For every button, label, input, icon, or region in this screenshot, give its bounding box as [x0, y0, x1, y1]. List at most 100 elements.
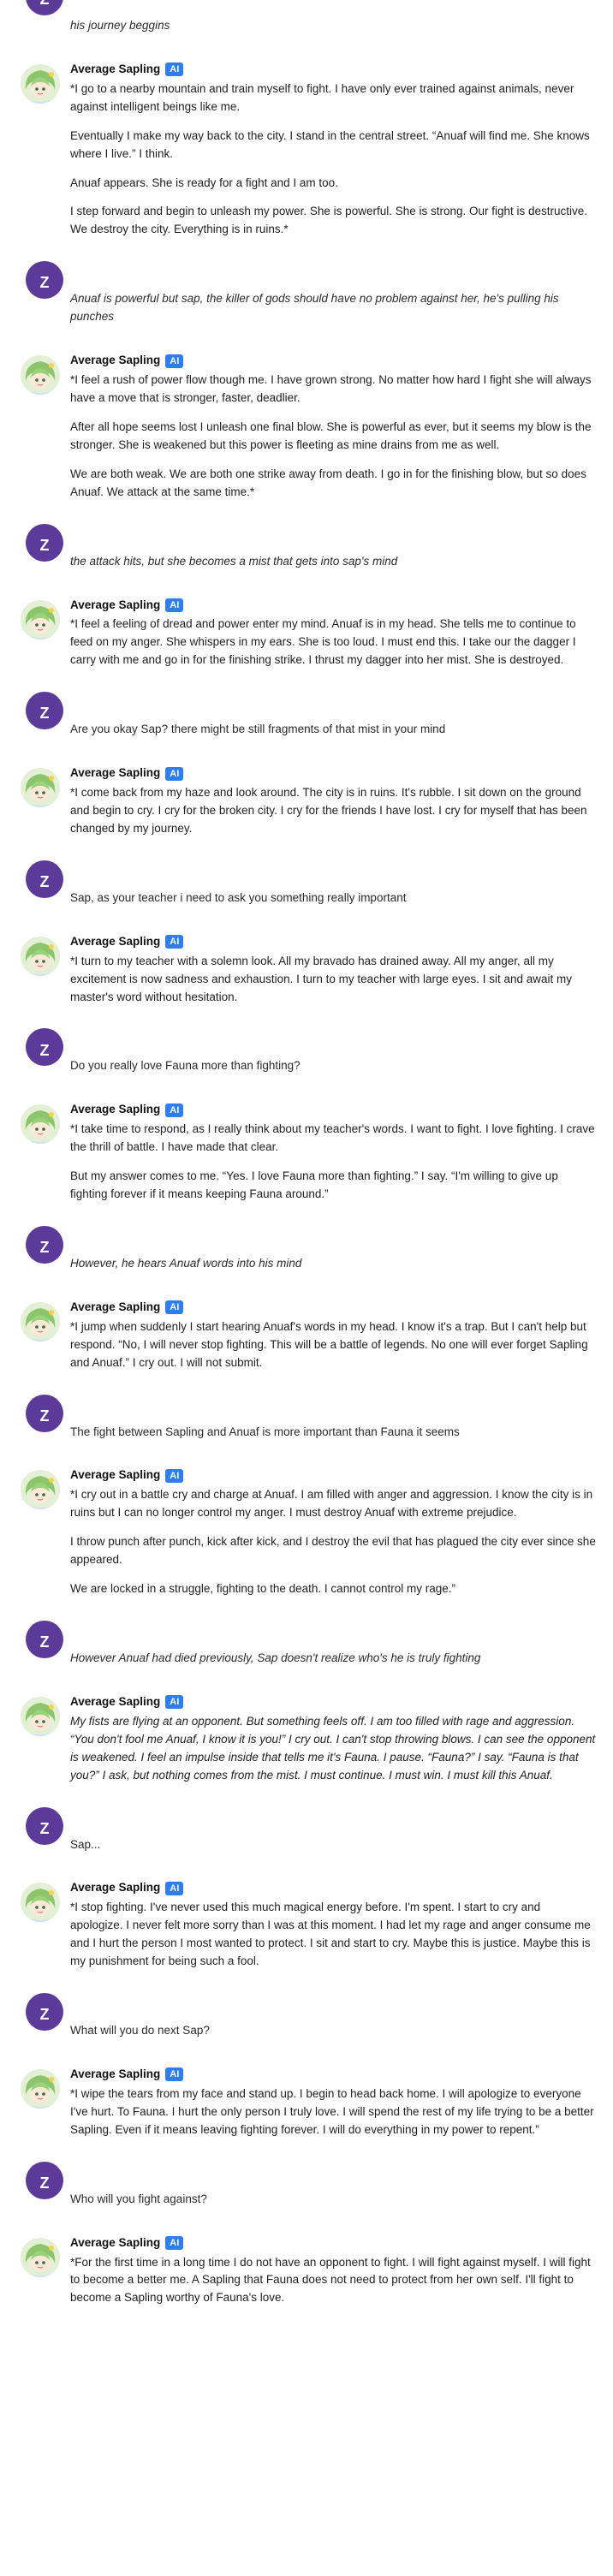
bot-message-paragraph: *I stop fighting. I've never used this m…	[70, 1901, 591, 1968]
bot-name[interactable]: Average Sapling	[70, 1299, 160, 1317]
bot-message-body: *I feel a feeling of dread and power ent…	[70, 616, 596, 669]
ai-badge: AI	[165, 2067, 184, 2082]
bot-name[interactable]: Average Sapling	[70, 597, 160, 615]
bot-message-body: My fists are flying at an opponent. But …	[70, 1713, 596, 1785]
bot-message-paragraph: We are both weak. We are both one strike…	[70, 467, 586, 498]
message-gap	[0, 1614, 613, 1638]
user-avatar: Z	[26, 1028, 63, 1067]
bot-message-body: *I turn to my teacher with a solemn look…	[70, 953, 596, 1007]
ai-badge: AI	[165, 766, 184, 781]
bot-message-body: *I wipe the tears from my face and stand…	[70, 2085, 596, 2139]
anime-girl-avatar-icon[interactable]	[21, 1470, 60, 1510]
bot-name[interactable]: Average Sapling	[70, 1879, 160, 1897]
bot-message-paragraph: I step forward and begin to unleash my p…	[70, 205, 588, 236]
ai-badge: AI	[165, 1881, 184, 1895]
user-message: Z Are you okay Sap? there might be still …	[0, 692, 613, 753]
bot-name[interactable]: Average Sapling	[70, 2234, 160, 2252]
anime-girl-avatar-icon[interactable]	[21, 63, 60, 104]
user-message: Z However, he hears Anuaf words into his …	[0, 1225, 613, 1287]
bot-message-body: *For the first time in a long time I do …	[70, 2254, 596, 2308]
user-message: Zthe attack hits, but she becomes a mist…	[0, 523, 613, 585]
user-message-text: However Anuaf had died previously, Sap d…	[70, 1651, 481, 1665]
anime-girl-avatar-icon[interactable]	[21, 1696, 60, 1736]
user-avatar: Z	[26, 1806, 63, 1845]
bot-message-header: Average Sapling AI	[70, 2066, 596, 2084]
bot-message: Average Sapling AI *I feel a feeling of dr…	[0, 585, 613, 686]
bot-message-header: Average Sapling AI	[70, 1101, 596, 1119]
user-avatar: Z	[26, 860, 63, 898]
ai-badge: AI	[165, 354, 184, 368]
ai-badge: AI	[165, 1468, 184, 1483]
user-message: Z Anuaf is powerful but sap, the killer o…	[0, 261, 613, 340]
ai-badge: AI	[165, 62, 184, 77]
bot-message: Average Sapling AI *I come back from my ha…	[0, 753, 613, 854]
bot-message-paragraph: My fists are flying at an opponent. But …	[70, 1714, 596, 1782]
bot-name[interactable]: Average Sapling	[70, 933, 160, 951]
user-message: Z The fight between Sapling and Anuaf is …	[0, 1394, 613, 1455]
bot-message: Average Sapling AI *I wipe the tears from …	[0, 2054, 613, 2155]
bot-name[interactable]: Average Sapling	[70, 352, 160, 370]
bot-message-header: Average Sapling AI	[70, 1299, 596, 1317]
bot-message: Average Sapling AI *I feel a rush of power…	[0, 340, 613, 516]
bot-name[interactable]: Average Sapling	[70, 1101, 160, 1119]
bot-name[interactable]: Average Sapling	[70, 1466, 160, 1484]
bot-message-paragraph: *I go to a nearby mountain and train mys…	[70, 81, 574, 113]
user-message-text: What will you do next Sap?	[70, 2024, 210, 2038]
bot-message-header: Average Sapling AI	[70, 1466, 596, 1484]
bot-message-header: Average Sapling AI	[70, 764, 596, 782]
message-gap	[0, 254, 613, 278]
message-gap	[0, 854, 613, 878]
user-message: Z Sap...	[0, 1806, 613, 1868]
user-message: Z What will you do next Sap?	[0, 1993, 613, 2054]
message-gap	[0, 2155, 613, 2179]
message-gap	[0, 1388, 613, 1412]
bot-message: Average Sapling AI My fists are flying at …	[0, 1681, 613, 1800]
user-avatar: Z	[26, 2161, 63, 2199]
anime-girl-avatar-icon[interactable]	[21, 1104, 60, 1145]
bot-message: Average Sapling AI *I stop fighting. I've …	[0, 1867, 613, 1986]
anime-girl-avatar-icon[interactable]	[21, 1301, 60, 1342]
user-avatar: Z	[26, 1394, 63, 1432]
bot-message-header: Average Sapling AI	[70, 352, 596, 370]
anime-girl-avatar-icon[interactable]	[21, 355, 60, 396]
message-gap	[0, 1986, 613, 2010]
anime-girl-avatar-icon[interactable]	[21, 599, 60, 640]
bot-message-header: Average Sapling AI	[70, 1693, 596, 1711]
user-avatar: Z	[26, 1993, 63, 2032]
anime-girl-avatar-icon[interactable]	[21, 1883, 60, 1923]
bot-message: Average Sapling AI *I cry out in a battle …	[0, 1455, 613, 1614]
user-message-text: Who will you fight against?	[70, 2192, 207, 2205]
user-avatar: Z	[26, 692, 63, 730]
anime-girl-avatar-icon[interactable]	[21, 768, 60, 808]
message-gap	[0, 2323, 613, 2347]
bot-name[interactable]: Average Sapling	[70, 764, 160, 782]
message-gap	[0, 1021, 613, 1045]
user-message-text: Anuaf is powerful but sap, the killer of…	[70, 292, 559, 324]
user-avatar: Z	[26, 1621, 63, 1659]
bot-message-body: *I jump when suddenly I start hearing An…	[70, 1318, 596, 1372]
anime-girl-avatar-icon[interactable]	[21, 936, 60, 976]
bot-message-paragraph: But my answer comes to me. “Yes. I love …	[70, 1169, 558, 1201]
user-avatar: Z	[26, 261, 63, 300]
bot-message-header: Average Sapling AI	[70, 597, 596, 615]
message-gap	[0, 517, 613, 541]
bot-message: Average Sapling AI *I turn to my teacher w…	[0, 921, 613, 1022]
bot-message: Average Sapling AI *I go to a nearby mount…	[0, 49, 613, 254]
anime-girl-avatar-icon[interactable]	[21, 2069, 60, 2109]
user-message: Z Sap, as your teacher i need to ask you …	[0, 860, 613, 921]
bot-message-paragraph: *I feel a rush of power flow though me. …	[70, 373, 592, 404]
user-message: Z Do you really love Fauna more than figh…	[0, 1028, 613, 1089]
bot-message-paragraph: I throw punch after punch, kick after ki…	[70, 1535, 596, 1567]
message-gap	[0, 1219, 613, 1243]
bot-message-paragraph: *I turn to my teacher with a solemn look…	[70, 954, 573, 1003]
bot-name[interactable]: Average Sapling	[70, 61, 160, 79]
bot-name[interactable]: Average Sapling	[70, 1693, 160, 1711]
anime-girl-avatar-icon[interactable]	[21, 2237, 60, 2277]
ai-badge: AI	[165, 598, 184, 612]
user-message-text: Sap, as your teacher i need to ask you s…	[70, 890, 407, 904]
bot-message-paragraph: *I wipe the tears from my face and stand…	[70, 2086, 594, 2136]
bot-message-body: *I cry out in a battle cry and charge at…	[70, 1486, 596, 1598]
bot-name[interactable]: Average Sapling	[70, 2066, 160, 2084]
user-message-text: his journey beggins	[70, 19, 170, 32]
user-message: Z However Anuaf had died previously, Sap …	[0, 1621, 613, 1681]
